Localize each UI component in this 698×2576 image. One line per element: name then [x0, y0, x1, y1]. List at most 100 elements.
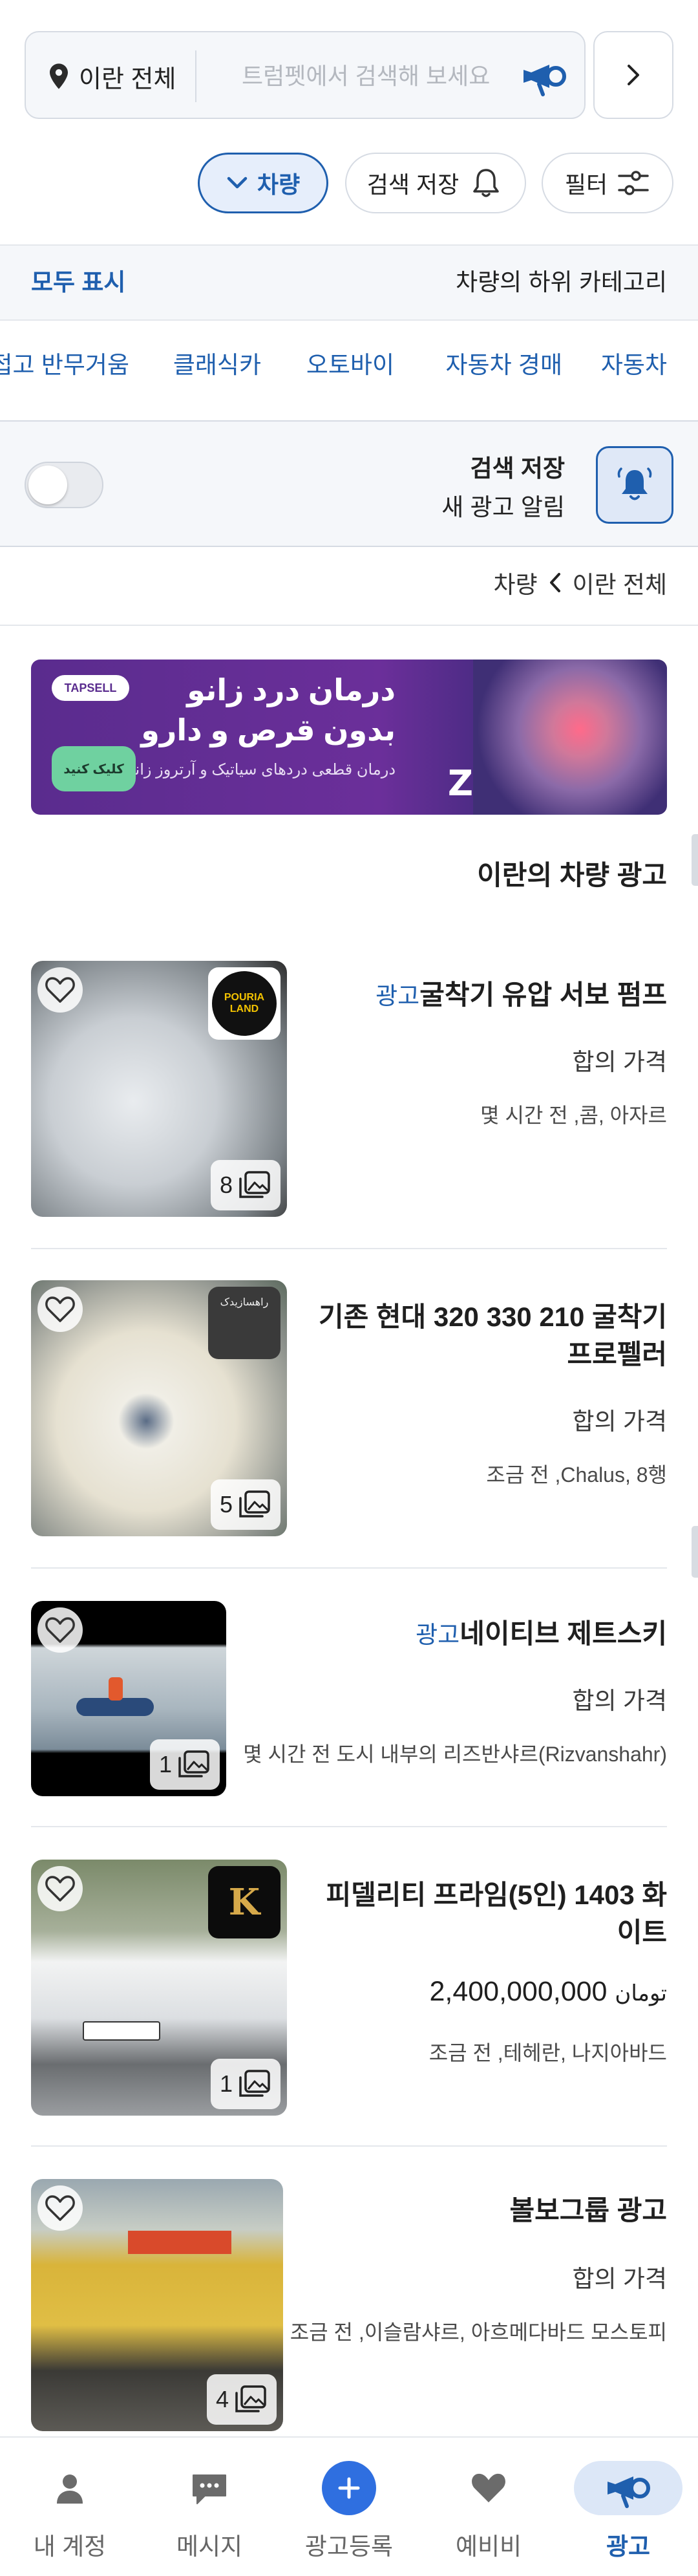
listing-title[interactable]: 광고굴착기 유압 서보 펌프 [369, 976, 667, 1015]
divider [31, 1567, 667, 1569]
banner-knee-image [473, 660, 667, 815]
banner-brand-badge: TAPSELL [52, 675, 129, 701]
nav-post-ad[interactable]: 광고등록 [279, 2438, 419, 2576]
filter-chip-label: 필터 [564, 171, 608, 198]
location-selector[interactable]: 이란 전체 [48, 32, 176, 120]
divider [31, 1248, 667, 1249]
promo-banner[interactable]: TAPSELL درمان درد زانو بدون قرص و دارو د… [31, 660, 667, 815]
photo-count-badge: 5 [210, 1479, 280, 1530]
show-all-link[interactable]: 모두 표시 [31, 246, 125, 319]
nav-favorites[interactable]: 예비비 [419, 2438, 558, 2576]
truck-sign-shape [128, 2231, 231, 2254]
save-search-toggle[interactable] [25, 462, 103, 508]
photo-count-badge: 1 [210, 2059, 280, 2109]
subcategory-item[interactable]: 오토바이 [306, 323, 394, 407]
listing-card[interactable]: 1 광고네이티브 제트스키 합의 가격 몇 시간 전 도시 내부의 리즈반샤르(… [0, 1601, 698, 1801]
nav-ads[interactable]: 광고 [558, 2438, 698, 2576]
nav-label: 메시지 [176, 2533, 243, 2560]
listing-card[interactable]: K 1 피델리티 프라임(5인) 1403 화 이트 2,400,000,000… [0, 1860, 698, 2131]
listing-meta: 조금 전 ,이슬람샤르, 아흐메다바드 모스토피 [290, 2321, 667, 2344]
save-search-chip[interactable]: 검색 저장 [345, 153, 526, 213]
listing-title-text: 네이티브 제트스키 [460, 1618, 667, 1649]
shop-logo-text: POURIA LAND [212, 971, 277, 1036]
listing-price: 합의 가격 [572, 1408, 667, 1435]
breadcrumb-root[interactable]: 이란 전체 [573, 565, 667, 600]
subcategory-header: 모두 표시 차량의 하위 카테고리 [0, 244, 698, 321]
divider [31, 2145, 667, 2147]
filter-chip[interactable]: 필터 [542, 153, 673, 213]
photo-count-badge: 8 [210, 1160, 280, 1210]
gallery-icon [239, 2070, 270, 2097]
shop-logo: راهسازیدک [208, 1287, 280, 1359]
listing-title-line: 이트 [617, 1917, 667, 1948]
nav-label: 광고 [606, 2533, 651, 2560]
save-search-panel: 검색 저장 새 광고 알림 [0, 420, 698, 547]
scroll-indicator [692, 834, 698, 886]
search-box[interactable]: 이란 전체 트럼펫에서 검색해 보세요 [25, 31, 586, 119]
subcategory-item[interactable]: 자동차 경매 [446, 323, 562, 407]
listing-meta: 조금 전 ,테헤란, 나지아바드 [428, 2041, 667, 2065]
listing-title[interactable]: 기존 현대 320 330 210 굴착기 프로펠러 [319, 1298, 667, 1373]
listing-photo[interactable]: K 1 [31, 1860, 287, 2116]
plus-icon [322, 2461, 376, 2515]
photo-count-badge: 1 [149, 1739, 220, 1790]
listing-photo[interactable]: 4 [31, 2179, 283, 2431]
category-chip-label: 차량 [257, 171, 301, 198]
favorite-heart-icon[interactable] [37, 967, 83, 1013]
chevron-down-icon [227, 177, 248, 189]
chevron-right-icon [628, 65, 639, 85]
banner-cta-button[interactable]: کلیک کنید [52, 746, 136, 791]
scroll-indicator [692, 1526, 698, 1578]
listing-title[interactable]: 광고네이티브 제트스키 [409, 1615, 667, 1654]
save-search-subtitle: 새 광고 알림 [441, 494, 565, 521]
listing-card[interactable]: POURIA LAND 8 광고굴착기 유압 서보 펌프 합의 가격 몇 시간 … [0, 961, 698, 1232]
top-search-bar: 이란 전체 트럼펫에서 검색해 보세요 [25, 31, 673, 119]
save-search-chip-label: 검색 저장 [366, 171, 460, 198]
shop-logo-text: راهسازیدک [220, 1297, 269, 1308]
nav-messages[interactable]: 메시지 [140, 2438, 279, 2576]
filter-sliders-icon [618, 171, 649, 195]
listing-photo[interactable]: راهسازیدک 5 [31, 1280, 287, 1536]
photo-count: 8 [219, 1172, 233, 1198]
listing-title[interactable]: 볼보그룹 광고 [509, 2192, 667, 2229]
favorite-heart-icon[interactable] [37, 1607, 83, 1653]
favorite-heart-icon[interactable] [37, 2185, 83, 2231]
price-amount: 2,400,000,000 [429, 1976, 608, 2007]
listing-photo[interactable]: 1 [31, 1601, 226, 1796]
jetski-shape [76, 1698, 154, 1716]
trumpet-logo-icon[interactable] [520, 54, 569, 98]
forward-button[interactable] [593, 31, 673, 119]
listing-meta: 조금 전 ,Chalus, 8행 [486, 1463, 667, 1487]
subcategory-item[interactable]: 클래식카 [173, 323, 261, 407]
listing-photo[interactable]: POURIA LAND 8 [31, 961, 287, 1217]
shop-logo: K [208, 1866, 280, 1938]
ad-badge: 광고 [375, 983, 420, 1009]
banner-headline: درمان درد زانو [187, 673, 396, 707]
subcategory-scroller[interactable]: 자동차 자동차 경매 오토바이 클래식카 접고 반무거움 [0, 323, 698, 407]
search-input[interactable]: 트럼펫에서 검색해 보세요 [242, 32, 490, 120]
bell-icon [473, 169, 499, 197]
notification-button[interactable] [596, 446, 673, 524]
nav-label: 내 계정 [33, 2533, 107, 2560]
location-label: 이란 전체 [79, 65, 176, 93]
listing-card[interactable]: 4 볼보그룹 광고 합의 가격 조금 전 ,이슬람샤르, 아흐메다바드 모스토피 [0, 2179, 698, 2435]
subcategory-item[interactable]: 접고 반무거움 [0, 323, 129, 407]
listing-card[interactable]: راهسازیدک 5 기존 현대 320 330 210 굴착기 프로펠러 합… [0, 1280, 698, 1552]
listing-title[interactable]: 피델리티 프라임(5인) 1403 화 이트 [326, 1876, 667, 1951]
save-search-title: 검색 저장 [470, 455, 565, 482]
favorite-heart-icon[interactable] [37, 1866, 83, 1911]
photo-count: 1 [158, 1751, 172, 1777]
listing-meta: 몇 시간 전 ,콤, 아자르 [480, 1104, 667, 1127]
breadcrumb-current[interactable]: 차량 [493, 565, 537, 600]
listing-title-line: 프로펠러 [567, 1339, 667, 1369]
category-chip[interactable]: 차량 [198, 153, 328, 213]
license-plate-shape [83, 2021, 160, 2041]
banner-headline-2: بدون قرص و دارو [141, 713, 396, 747]
person-icon [43, 2461, 97, 2515]
breadcrumb: 차량 이란 전체 [493, 556, 667, 609]
nav-my-account[interactable]: 내 계정 [0, 2438, 140, 2576]
chevron-left-icon [549, 573, 560, 592]
favorite-heart-icon[interactable] [37, 1287, 83, 1332]
subcategory-item[interactable]: 자동차 [601, 323, 667, 407]
listing-title-line: 기존 현대 320 330 210 굴착기 [318, 1302, 667, 1332]
